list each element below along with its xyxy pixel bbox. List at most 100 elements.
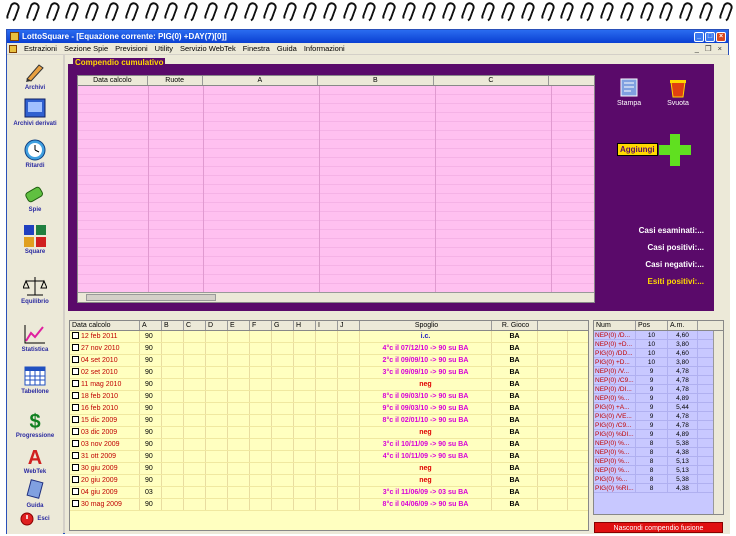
fusione-row[interactable]: NEP(0) /DI... 9 4,78 xyxy=(594,385,723,394)
row-checkbox[interactable] xyxy=(72,440,79,447)
table-row[interactable]: 03 dic 2009 90 neg BA xyxy=(70,427,588,439)
tool-webtek[interactable]: A WebTek xyxy=(7,445,63,475)
table-row[interactable]: 30 mag 2009 90 8°c il 04/06/09 -> 90 su BA… xyxy=(70,499,588,511)
mdi-close-button[interactable]: × xyxy=(718,44,722,53)
row-checkbox[interactable] xyxy=(72,500,79,507)
col-am[interactable]: A.m. xyxy=(668,321,698,330)
col-j[interactable]: J xyxy=(338,321,360,330)
table-row[interactable]: 03 nov 2009 90 3°c il 10/11/09 -> 90 su BA… xyxy=(70,439,588,451)
fusione-row[interactable]: NEP(0) /D... 10 4,60 xyxy=(594,331,723,340)
col-b[interactable]: B xyxy=(162,321,184,330)
fusione-row[interactable]: PIG(0) %RI... 8 4,38 xyxy=(594,484,723,493)
table-row[interactable]: 11 mag 2010 90 neg BA xyxy=(70,379,588,391)
row-checkbox[interactable] xyxy=(72,380,79,387)
fusione-row[interactable]: PIG(0) /VE... 9 4,78 xyxy=(594,412,723,421)
fusione-row[interactable]: PIG(0) +A... 9 5,44 xyxy=(594,403,723,412)
table-row[interactable]: 20 giu 2009 90 neg BA xyxy=(70,475,588,487)
col-ruote[interactable]: Ruote xyxy=(148,76,203,85)
tool-spie[interactable]: Spie xyxy=(7,183,63,213)
row-checkbox[interactable] xyxy=(72,452,79,459)
col-a[interactable]: A xyxy=(203,76,319,85)
fusione-row[interactable]: PIG(0) +D... 10 3,80 xyxy=(594,358,723,367)
menu-previsioni[interactable]: Previsioni xyxy=(115,44,148,53)
fusione-row[interactable]: NEP(0) %... 9 4,89 xyxy=(594,394,723,403)
fusione-row[interactable]: NEP(0) +D... 10 3,80 xyxy=(594,340,723,349)
plus-icon[interactable] xyxy=(659,134,691,166)
tool-statistica[interactable]: Statistica xyxy=(7,323,63,353)
tool-ritardi[interactable]: Ritardi xyxy=(7,139,63,169)
table-row[interactable]: 04 giu 2009 03 3°c il 11/06/09 -> 03 su BA… xyxy=(70,487,588,499)
col-pos[interactable]: Pos xyxy=(636,321,668,330)
tool-archivi[interactable]: Archivi xyxy=(7,61,63,91)
col-g[interactable]: G xyxy=(272,321,294,330)
table-row[interactable]: 31 ott 2009 90 4°c il 10/11/09 -> 90 su BA… xyxy=(70,451,588,463)
col-d[interactable]: D xyxy=(206,321,228,330)
col-f[interactable]: F xyxy=(250,321,272,330)
row-checkbox[interactable] xyxy=(72,416,79,423)
row-checkbox[interactable] xyxy=(72,464,79,471)
fusione-row[interactable]: NEP(0) %... 8 5,38 xyxy=(594,439,723,448)
fusione-row[interactable]: NEP(0) /C9... 9 4,78 xyxy=(594,376,723,385)
row-checkbox[interactable] xyxy=(72,356,79,363)
menu-servizio-webtek[interactable]: Servizio WebTek xyxy=(180,44,236,53)
menu-estrazioni[interactable]: Estrazioni xyxy=(24,44,57,53)
nascondi-compendio-button[interactable]: Nascondi compendio fusione xyxy=(594,522,723,533)
tool-tabellone[interactable]: Tabellone xyxy=(7,365,63,395)
fusione-row[interactable]: NEP(0) /V... 9 4,78 xyxy=(594,367,723,376)
fusione-vscrollbar[interactable] xyxy=(713,331,723,514)
menu-informazioni[interactable]: Informazioni xyxy=(304,44,345,53)
col-data-calcolo[interactable]: Data calcolo xyxy=(70,321,140,330)
col-data-calcolo[interactable]: Data calcolo xyxy=(78,76,148,85)
row-checkbox[interactable] xyxy=(72,344,79,351)
col-i[interactable]: I xyxy=(316,321,338,330)
fusione-row[interactable]: PIG(0) /DD... 10 4,60 xyxy=(594,349,723,358)
table-row[interactable]: 02 set 2010 90 3°c il 09/09/10 -> 90 su BA… xyxy=(70,367,588,379)
row-checkbox[interactable] xyxy=(72,476,79,483)
tool-archivi-derivati[interactable]: Archivi derivati xyxy=(7,97,63,127)
tool-esci[interactable]: Esci xyxy=(7,512,63,526)
row-checkbox[interactable] xyxy=(72,392,79,399)
svuota-button[interactable]: Svuota xyxy=(667,78,689,107)
col-c[interactable]: C xyxy=(184,321,206,330)
fusione-row[interactable]: PIG(0) %DI... 9 4,89 xyxy=(594,430,723,439)
table-row[interactable]: 18 feb 2010 90 8°c il 09/03/10 -> 90 su BA… xyxy=(70,391,588,403)
menu-utility[interactable]: Utility xyxy=(155,44,173,53)
tool-guida[interactable]: Guida xyxy=(7,479,63,509)
row-checkbox[interactable] xyxy=(72,368,79,375)
close-button[interactable]: × xyxy=(716,31,726,42)
fusione-row[interactable]: NEP(0) %... 8 5,13 xyxy=(594,457,723,466)
fusione-row[interactable]: PIG(0) %... 8 5,38 xyxy=(594,475,723,484)
row-checkbox[interactable] xyxy=(72,332,79,339)
table-row[interactable]: 15 dic 2009 90 8°c il 02/01/10 -> 90 su BA… xyxy=(70,415,588,427)
table-row[interactable]: 12 feb 2011 90 i.c. BA xyxy=(70,331,588,343)
col-num[interactable]: Num xyxy=(594,321,636,330)
menu-guida[interactable]: Guida xyxy=(277,44,297,53)
row-checkbox[interactable] xyxy=(72,488,79,495)
col-c[interactable]: C xyxy=(434,76,550,85)
table-row[interactable]: 30 giu 2009 90 neg BA xyxy=(70,463,588,475)
tool-equilibrio[interactable]: Equilibrio xyxy=(7,275,63,305)
compendio-hscrollbar[interactable] xyxy=(78,292,594,302)
row-checkbox[interactable] xyxy=(72,428,79,435)
mdi-minimize-button[interactable]: _ xyxy=(695,44,699,53)
aggiungi-button[interactable]: Aggiungi xyxy=(617,143,658,156)
menu-finestra[interactable]: Finestra xyxy=(243,44,270,53)
table-row[interactable]: 27 nov 2010 90 4°c il 07/12/10 -> 90 su BA… xyxy=(70,343,588,355)
col-h[interactable]: H xyxy=(294,321,316,330)
table-row[interactable]: 16 feb 2010 90 9°c il 09/03/10 -> 90 su BA… xyxy=(70,403,588,415)
col-r-gioco[interactable]: R. Gioco xyxy=(492,321,538,330)
fusione-row[interactable]: NEP(0) %... 8 5,13 xyxy=(594,466,723,475)
menu-sezione-spie[interactable]: Sezione Spie xyxy=(64,44,108,53)
col-a[interactable]: A xyxy=(140,321,162,330)
minimize-button[interactable]: _ xyxy=(694,31,704,42)
fusione-row[interactable]: PIG(0) /C9... 9 4,78 xyxy=(594,421,723,430)
tool-progressione[interactable]: $ Progressione xyxy=(7,409,63,439)
col-e[interactable]: E xyxy=(228,321,250,330)
maximize-button[interactable]: □ xyxy=(705,31,715,42)
col-spoglio[interactable]: Spoglio xyxy=(360,321,492,330)
fusione-row[interactable]: NEP(0) %... 8 4,38 xyxy=(594,448,723,457)
stampa-button[interactable]: Stampa xyxy=(617,78,641,107)
mdi-restore-button[interactable]: ❐ xyxy=(705,44,712,53)
table-row[interactable]: 04 set 2010 90 2°c il 09/09/10 -> 90 su BA… xyxy=(70,355,588,367)
row-checkbox[interactable] xyxy=(72,404,79,411)
